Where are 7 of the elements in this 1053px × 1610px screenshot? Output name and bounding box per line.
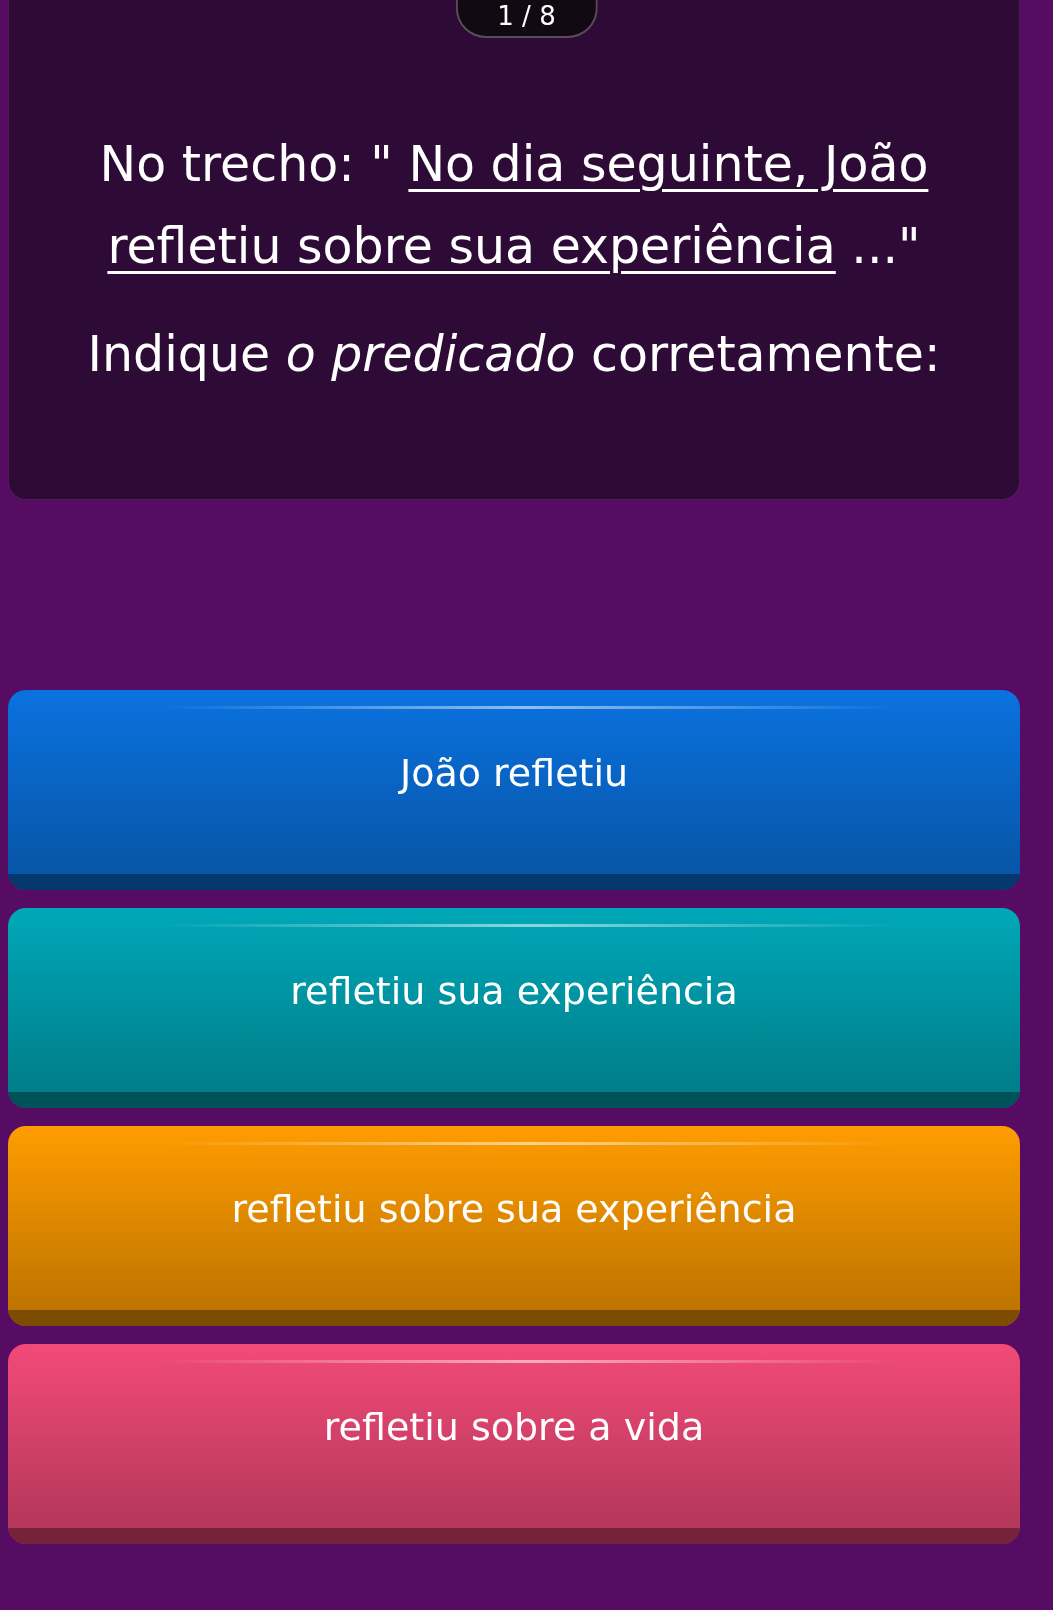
answer-button[interactable]: refletiu sua experiência bbox=[8, 908, 1020, 1108]
question-counter: 1 / 8 bbox=[455, 0, 598, 38]
instruction-text: Indique o predicado corretamente: bbox=[87, 324, 941, 385]
answer-button[interactable]: refletiu sobre a vida bbox=[8, 1344, 1020, 1544]
answer-button[interactable]: refletiu sobre sua experiência bbox=[8, 1126, 1020, 1326]
answer-button[interactable]: João refletiu bbox=[8, 690, 1020, 890]
question-text: No trecho: " No dia seguinte, João refletiu sobre sua experiência ..." bbox=[98, 134, 930, 277]
